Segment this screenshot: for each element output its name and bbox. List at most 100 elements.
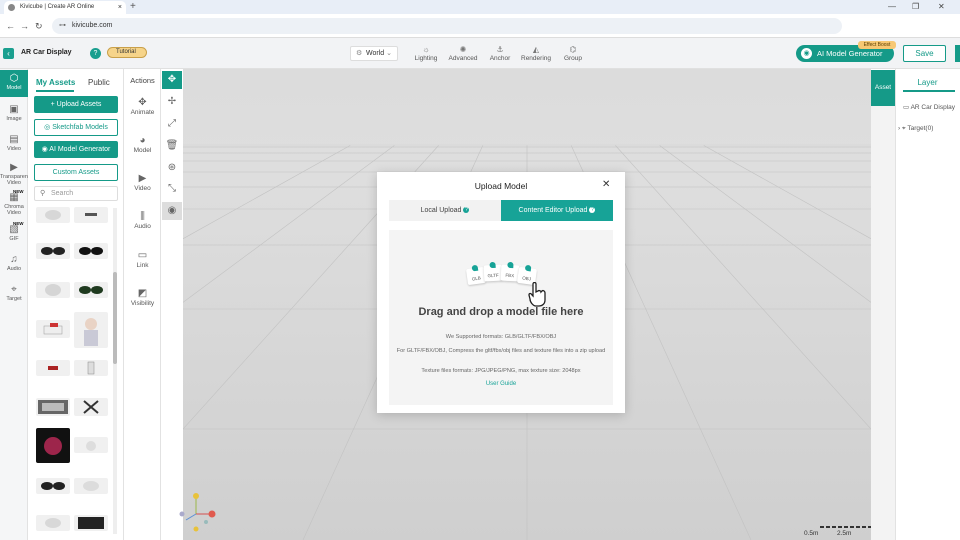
- help-icon[interactable]: ?: [90, 48, 101, 59]
- delete-icon[interactable]: 🗑: [162, 137, 182, 155]
- close-tab-icon[interactable]: ×: [118, 1, 122, 14]
- restore-button[interactable]: ❐: [912, 0, 919, 14]
- rail-video[interactable]: ▤ Video: [0, 134, 28, 152]
- layer-item[interactable]: › ⌖ Target(0): [898, 125, 933, 133]
- site-info-icon[interactable]: ⊶: [59, 18, 66, 34]
- tab-underline: [36, 90, 74, 92]
- rail-audio[interactable]: ♫ Audio: [0, 254, 28, 272]
- lighting-button[interactable]: ☼ Lighting: [409, 44, 443, 62]
- asset-thumbnail[interactable]: [74, 398, 108, 416]
- asset-thumbnail[interactable]: [36, 478, 70, 494]
- action-model[interactable]: ◕ Model: [124, 134, 161, 154]
- project-back-button[interactable]: ‹: [3, 48, 14, 59]
- visibility-icon: ◩: [137, 288, 148, 299]
- forward-button[interactable]: →: [20, 19, 29, 33]
- anchor-button[interactable]: ⚓ Anchor: [483, 44, 517, 62]
- tab-content-editor-upload[interactable]: Content Editor Upload?: [501, 200, 613, 221]
- asset-thumbnail[interactable]: [74, 207, 108, 223]
- tutorial-button[interactable]: Tutorial: [107, 47, 147, 58]
- sketchfab-models-button[interactable]: ◎ Sketchfab Models: [34, 119, 118, 136]
- user-guide-link[interactable]: User Guide: [389, 381, 613, 387]
- asset-thumbnail[interactable]: [74, 360, 108, 376]
- asset-thumbnail[interactable]: [74, 478, 108, 494]
- asset-thumbnail[interactable]: [36, 243, 70, 259]
- rail-image[interactable]: ▣ Image: [0, 104, 28, 122]
- url-input[interactable]: ⊶ kivicube.com: [52, 18, 842, 34]
- preview-eye-icon[interactable]: ◉: [162, 202, 182, 220]
- tab-content-editor-upload-label: Content Editor Upload: [518, 207, 588, 214]
- layer-item-label: Target(0): [907, 125, 934, 132]
- publish-button-edge[interactable]: [955, 45, 960, 62]
- group-button[interactable]: ⌬ Group: [556, 44, 590, 62]
- advanced-button[interactable]: ✺ Advanced: [446, 44, 480, 62]
- asset-thumbnail[interactable]: [36, 320, 70, 338]
- search-input[interactable]: ⚲ Search: [34, 186, 118, 201]
- right-strip: [871, 106, 895, 540]
- browser-tab-bar: [0, 0, 960, 14]
- upload-assets-button[interactable]: + Upload Assets: [34, 96, 118, 113]
- rail-gif[interactable]: NEW ▧ GIF: [0, 221, 28, 242]
- rail-transparent-video[interactable]: ▶ Transparent Video: [0, 162, 29, 186]
- layer-item[interactable]: ▭ AR Car Display: [903, 103, 955, 111]
- action-visibility[interactable]: ◩ Visibility: [124, 287, 161, 307]
- action-audio[interactable]: ⫼ Audio: [124, 210, 161, 230]
- new-tab-button[interactable]: +: [130, 0, 136, 13]
- tab-my-assets[interactable]: My Assets: [36, 78, 75, 87]
- action-video-label: Video: [134, 185, 151, 192]
- help-circle-icon[interactable]: ?: [463, 207, 470, 214]
- rotate-tool-icon[interactable]: ✢: [162, 93, 182, 111]
- assets-scrollbar-thumb[interactable]: [113, 272, 117, 364]
- ai-model-generator-panel-button[interactable]: ◉ AI Model Generator: [34, 141, 118, 158]
- browser-tab[interactable]: Kivicube | Create AR Online ×: [4, 1, 126, 14]
- tab-asset[interactable]: Asset: [871, 70, 895, 106]
- action-link[interactable]: ▭ Link: [124, 249, 161, 269]
- axis-gizmo[interactable]: [178, 490, 218, 534]
- close-window-button[interactable]: ✕: [938, 0, 945, 14]
- asset-thumbnail[interactable]: [74, 312, 108, 348]
- asset-thumbnail[interactable]: [36, 207, 70, 223]
- action-visibility-label: Visibility: [130, 300, 155, 307]
- back-button[interactable]: ←: [6, 19, 15, 33]
- asset-thumbnail[interactable]: [74, 437, 108, 453]
- asset-thumbnail[interactable]: [36, 398, 70, 416]
- asset-thumbnail[interactable]: [74, 282, 108, 298]
- world-select[interactable]: ⚙ World ⌄: [350, 46, 398, 61]
- gltf-format-card: GLTF: [483, 261, 503, 282]
- rendering-button[interactable]: ◭ Rendering: [519, 44, 553, 62]
- save-button[interactable]: Save: [903, 45, 946, 62]
- asset-thumbnail[interactable]: [36, 282, 70, 298]
- animate-icon: ✥: [138, 97, 147, 108]
- tab-public[interactable]: Public: [88, 78, 110, 87]
- rail-target[interactable]: ⌖ Target: [0, 284, 28, 302]
- advanced-icon: ✺: [459, 45, 467, 54]
- move-tool-icon[interactable]: ✥: [162, 71, 182, 89]
- assets-scrollbar[interactable]: [113, 208, 117, 534]
- action-animate[interactable]: ✥ Animate: [124, 96, 161, 116]
- rail-model-label: Model: [6, 85, 22, 91]
- asset-thumbnail[interactable]: [74, 515, 108, 531]
- asset-thumbnail[interactable]: [36, 515, 70, 531]
- fit-icon[interactable]: ⤡: [162, 180, 182, 198]
- asset-thumbnail[interactable]: [74, 243, 108, 259]
- action-video[interactable]: ▶ Video: [124, 172, 161, 192]
- close-icon[interactable]: ✕: [602, 178, 610, 192]
- layer-title[interactable]: Layer: [895, 78, 960, 87]
- custom-assets-button[interactable]: Custom Assets: [34, 164, 118, 181]
- tab-local-upload-label: Local Upload: [420, 207, 462, 214]
- format-label: GLTF: [487, 272, 499, 279]
- rail-audio-label: Audio: [6, 266, 22, 272]
- reset-icon[interactable]: ⊛: [162, 159, 182, 177]
- rendering-icon: ◭: [532, 45, 540, 54]
- rail-model[interactable]: ⬡ Model: [0, 70, 28, 97]
- help-circle-icon[interactable]: ?: [589, 207, 596, 214]
- asset-thumbnail[interactable]: [36, 428, 70, 463]
- rail-chroma-video[interactable]: NEW ▦ Chroma Video: [0, 189, 28, 216]
- asset-thumbnail[interactable]: [36, 360, 70, 376]
- minimize-button[interactable]: —: [888, 0, 896, 14]
- browser-tab-title: Kivicube | Create AR Online: [20, 4, 95, 10]
- ai-generator-icon: ◉: [801, 48, 812, 59]
- tab-local-upload[interactable]: Local Upload?: [389, 200, 501, 221]
- scale-tool-icon[interactable]: ⤢: [162, 115, 182, 133]
- layer-item-label: AR Car Display: [910, 104, 956, 111]
- reload-button[interactable]: ↻: [35, 19, 43, 33]
